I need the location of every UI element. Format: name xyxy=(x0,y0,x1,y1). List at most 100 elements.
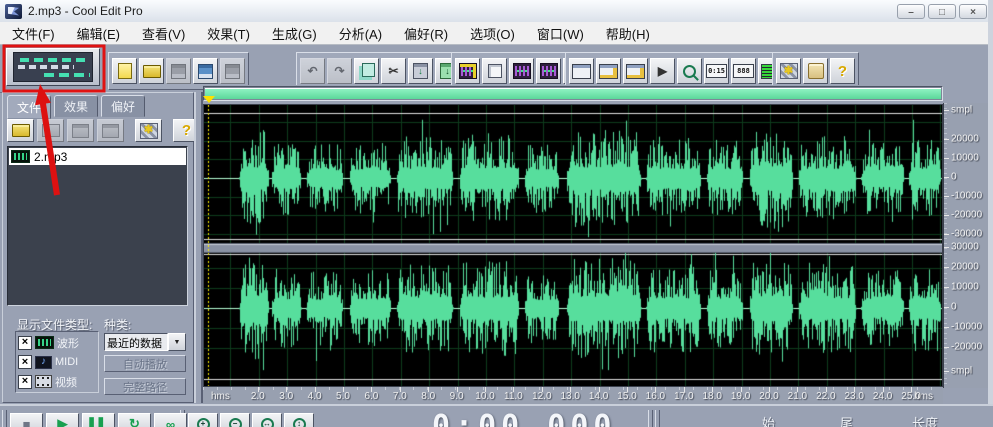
ruler-value-label: -30000 xyxy=(951,228,983,240)
menu-item-analyze[interactable]: 分析(A) xyxy=(335,22,386,45)
copy-button[interactable] xyxy=(354,58,379,84)
play-button[interactable]: ▶ xyxy=(46,413,79,427)
waveform-display[interactable] xyxy=(203,104,943,387)
help-button[interactable]: ? xyxy=(830,58,855,84)
checkbox-label: 视频 xyxy=(55,376,77,389)
sel-view-window-button[interactable]: 888 xyxy=(731,58,756,84)
ruler-tick xyxy=(944,139,949,140)
settings-button[interactable]: ✱ xyxy=(776,58,801,84)
timeline-ruler[interactable]: hms hms 2.0 3.0 4.0 5.0 6.0 7.0 8.0 9.0 10.0 11.0 12… xyxy=(203,386,943,404)
menu-item-effects[interactable]: 效果(T) xyxy=(203,22,254,45)
menu-item-edit[interactable]: 编辑(E) xyxy=(73,22,124,45)
zoom-window-icon xyxy=(683,64,696,78)
zoom-out-button[interactable]: − xyxy=(220,413,250,427)
menu-item-window[interactable]: 窗口(W) xyxy=(533,22,588,45)
scripts-button[interactable] xyxy=(803,58,828,84)
timeline-label: 3.0 xyxy=(279,391,294,402)
play-list-view-icon xyxy=(539,63,558,79)
zoom-window-button[interactable] xyxy=(677,58,702,84)
show-cue-panel-button[interactable] xyxy=(623,58,648,84)
close-file-icon xyxy=(41,124,60,137)
pause-button[interactable]: ▌▌ xyxy=(82,413,115,427)
organizer-insert-to-wave-button xyxy=(97,119,124,142)
amplitude-ruler[interactable]: smpl 20000 10000 0 -10000 -20000 -30000 30000 20… xyxy=(943,103,989,388)
timeline-label: 21.0 xyxy=(787,391,808,402)
tab-偏好[interactable]: 偏好 xyxy=(101,95,146,117)
organizer-open-file-button[interactable] xyxy=(7,119,34,142)
menu-item-generate[interactable]: 生成(G) xyxy=(268,22,321,45)
file-list[interactable]: 2.mp3 xyxy=(7,146,188,306)
chevron-down-icon[interactable]: ▼ xyxy=(168,333,186,351)
cue-list-view-button[interactable] xyxy=(509,58,534,84)
insert-to-wave-icon xyxy=(102,123,119,138)
show-organizer-panel-button[interactable] xyxy=(596,58,621,84)
spectral-view-button[interactable] xyxy=(482,58,507,84)
open-file-button[interactable] xyxy=(139,58,164,84)
timeline-label: 15.0 xyxy=(617,391,637,402)
play-looped-button[interactable]: ↻ xyxy=(118,413,151,427)
menu-item-view[interactable]: 查看(V) xyxy=(138,22,189,45)
overview-track[interactable] xyxy=(203,86,943,101)
ruler-unit-label: smpl xyxy=(951,365,973,377)
organizer-tabs: 文件 效果 偏好 xyxy=(7,95,146,119)
toolbar-grip[interactable] xyxy=(2,410,7,427)
organizer-toolbar: ✱? xyxy=(7,119,200,142)
playhead-top-marker[interactable] xyxy=(203,96,215,103)
menu-item-options[interactable]: 选项(O) xyxy=(466,22,519,45)
organizer-options-button[interactable]: ✱ xyxy=(135,119,162,142)
new-file-button[interactable] xyxy=(112,58,137,84)
zoom-in-button[interactable]: + xyxy=(188,413,218,427)
zoom-in-icon: + xyxy=(196,417,210,427)
organizer-panel: 文件 效果 偏好 ✱? 2.mp3 显示文件类型: 种类: × 波形 × ♪ MIDI × 视频… xyxy=(2,92,200,403)
overview-bar[interactable] xyxy=(205,88,941,99)
multitrack-view-toggle-button[interactable] xyxy=(6,48,100,86)
app-logo-icon xyxy=(5,3,22,19)
insert-to-multitrack-icon xyxy=(72,123,89,138)
timeline-label: 25.0 xyxy=(901,391,921,402)
multitrack-waveform-icon xyxy=(13,52,93,82)
file-list-item[interactable]: 2.mp3 xyxy=(9,148,186,165)
play-window-button[interactable]: ▶ xyxy=(650,58,675,84)
tab-文件[interactable]: 文件 xyxy=(7,95,52,119)
close-button[interactable]: × xyxy=(959,4,987,19)
kind-dropdown[interactable]: 最近的数据 ▼ xyxy=(104,333,186,351)
stop-button[interactable]: ■ xyxy=(10,413,43,427)
zoom-horizontal-button[interactable]: ↔ xyxy=(252,413,282,427)
time-display: 0:00.000 xyxy=(432,409,617,427)
autoplay-button: 自动播放 xyxy=(104,355,186,372)
panel-splitter[interactable] xyxy=(194,92,203,403)
toolbar-grip[interactable] xyxy=(655,410,660,427)
maximize-button[interactable]: □ xyxy=(928,4,956,19)
time-window-button[interactable]: 0:15 xyxy=(704,58,729,84)
toolbar-grip[interactable] xyxy=(648,410,653,427)
timeline-label: 22.0 xyxy=(816,391,836,402)
timeline-label: 2.0 xyxy=(250,391,265,402)
menu-item-help[interactable]: 帮助(H) xyxy=(602,22,654,45)
checkbox-MIDI[interactable]: × xyxy=(18,355,32,369)
ruler-value-label: 20000 xyxy=(951,133,979,145)
tab-效果[interactable]: 效果 xyxy=(54,95,99,117)
minimize-button[interactable]: – xyxy=(897,4,925,19)
play-window-icon: ▶ xyxy=(657,64,668,78)
spectral-view-icon xyxy=(487,64,502,78)
cut-button[interactable]: ✂ xyxy=(381,58,406,84)
checkbox-波形[interactable]: × xyxy=(18,335,32,350)
filetype-row-MIDI: × ♪ MIDI xyxy=(18,355,96,370)
menu-item-favorites[interactable]: 偏好(R) xyxy=(400,22,452,45)
kind-dropdown-value: 最近的数据 xyxy=(104,333,168,351)
menu-item-file[interactable]: 文件(F) xyxy=(8,22,59,45)
waveform-view-button[interactable] xyxy=(455,58,480,84)
options-icon: ✱ xyxy=(139,122,158,139)
loop-button[interactable]: ∞ xyxy=(154,413,187,427)
paste-button[interactable]: ↓ xyxy=(408,58,433,84)
show-file-panel-button[interactable] xyxy=(569,58,594,84)
waveform-region: smpl 20000 10000 0 -10000 -20000 -30000 30000 20… xyxy=(203,85,993,405)
vd-icon xyxy=(35,375,52,388)
status-field-1: 尾 xyxy=(840,416,854,427)
play-list-view-button[interactable] xyxy=(536,58,561,84)
checkbox-视频[interactable]: × xyxy=(18,374,32,389)
zoom-vertical-button[interactable]: ↕ xyxy=(284,413,314,427)
save-as-button[interactable] xyxy=(193,58,218,84)
save-as-icon xyxy=(198,63,213,79)
window-title: 2.mp3 - Cool Edit Pro xyxy=(28,4,143,18)
